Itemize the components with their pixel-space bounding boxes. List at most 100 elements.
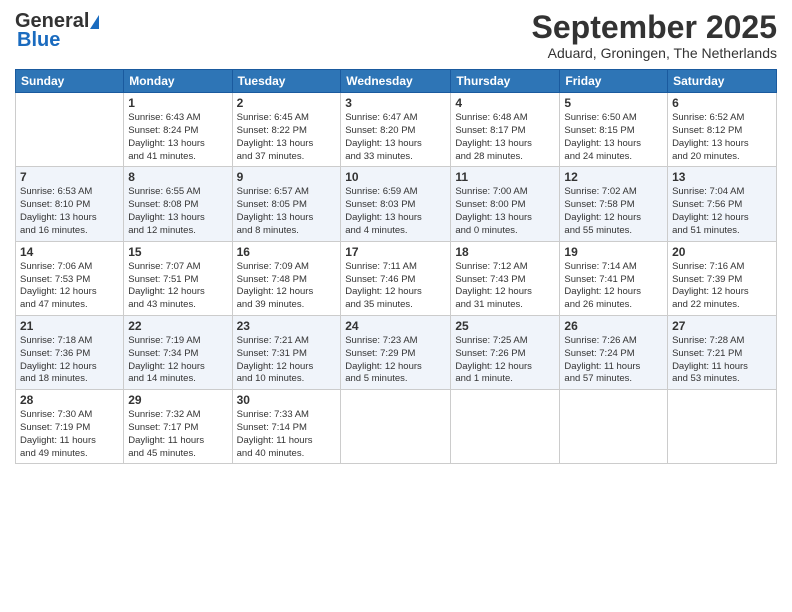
day-info: Sunrise: 7:32 AMSunset: 7:17 PMDaylight:… [128, 409, 227, 460]
day-info: Sunrise: 6:45 AMSunset: 8:22 PMDaylight:… [237, 112, 337, 163]
day-number: 16 [237, 245, 337, 259]
day-number: 1 [128, 96, 227, 110]
calendar-cell: 16 Sunrise: 7:09 AMSunset: 7:48 PMDayligh… [232, 241, 341, 315]
calendar-cell: 7 Sunrise: 6:53 AMSunset: 8:10 PMDaylight… [16, 167, 124, 241]
day-info: Sunrise: 6:43 AMSunset: 8:24 PMDaylight:… [128, 112, 227, 163]
day-number: 27 [672, 319, 772, 333]
col-header-saturday: Saturday [668, 70, 777, 93]
day-info: Sunrise: 7:18 AMSunset: 7:36 PMDaylight:… [20, 335, 119, 386]
calendar-cell: 12 Sunrise: 7:02 AMSunset: 7:58 PMDayligh… [560, 167, 668, 241]
calendar-cell [560, 390, 668, 464]
day-info: Sunrise: 6:59 AMSunset: 8:03 PMDaylight:… [345, 186, 446, 237]
day-number: 7 [20, 170, 119, 184]
calendar-cell: 2 Sunrise: 6:45 AMSunset: 8:22 PMDaylight… [232, 93, 341, 167]
day-number: 14 [20, 245, 119, 259]
day-number: 9 [237, 170, 337, 184]
col-header-tuesday: Tuesday [232, 70, 341, 93]
calendar-cell: 5 Sunrise: 6:50 AMSunset: 8:15 PMDaylight… [560, 93, 668, 167]
calendar-cell [341, 390, 451, 464]
col-header-wednesday: Wednesday [341, 70, 451, 93]
calendar-week-row: 14Sunrise: 7:06 AMSunset: 7:53 PMDayligh… [16, 241, 777, 315]
day-info: Sunrise: 7:28 AMSunset: 7:21 PMDaylight:… [672, 335, 772, 386]
day-number: 25 [455, 319, 555, 333]
day-number: 6 [672, 96, 772, 110]
header: General Blue September 2025 Aduard, Gron… [15, 10, 777, 61]
day-number: 28 [20, 393, 119, 407]
logo-blue-text: Blue [17, 29, 60, 52]
calendar-cell: 8 Sunrise: 6:55 AMSunset: 8:08 PMDaylight… [124, 167, 232, 241]
day-info: Sunrise: 6:55 AMSunset: 8:08 PMDaylight:… [128, 186, 227, 237]
day-number: 23 [237, 319, 337, 333]
calendar-cell: 18 Sunrise: 7:12 AMSunset: 7:43 PMDayligh… [451, 241, 560, 315]
day-info: Sunrise: 7:19 AMSunset: 7:34 PMDaylight:… [128, 335, 227, 386]
logo-triangle-icon [90, 15, 99, 29]
day-info: Sunrise: 7:30 AMSunset: 7:19 PMDaylight:… [20, 409, 119, 460]
day-number: 12 [564, 170, 663, 184]
day-info: Sunrise: 7:26 AMSunset: 7:24 PMDaylight:… [564, 335, 663, 386]
calendar: SundayMondayTuesdayWednesdayThursdayFrid… [15, 69, 777, 464]
day-number: 17 [345, 245, 446, 259]
calendar-cell: 9 Sunrise: 6:57 AMSunset: 8:05 PMDaylight… [232, 167, 341, 241]
calendar-cell: 3 Sunrise: 6:47 AMSunset: 8:20 PMDaylight… [341, 93, 451, 167]
calendar-cell: 11Sunrise: 7:00 AMSunset: 8:00 PMDayligh… [451, 167, 560, 241]
day-number: 10 [345, 170, 446, 184]
day-number: 22 [128, 319, 227, 333]
calendar-cell [451, 390, 560, 464]
day-number: 26 [564, 319, 663, 333]
calendar-cell: 23Sunrise: 7:21 AMSunset: 7:31 PMDayligh… [232, 315, 341, 389]
month-title: September 2025 [532, 10, 777, 45]
day-number: 15 [128, 245, 227, 259]
day-info: Sunrise: 7:02 AMSunset: 7:58 PMDaylight:… [564, 186, 663, 237]
day-number: 13 [672, 170, 772, 184]
day-number: 19 [564, 245, 663, 259]
calendar-cell: 1 Sunrise: 6:43 AMSunset: 8:24 PMDaylight… [124, 93, 232, 167]
calendar-week-row: 7 Sunrise: 6:53 AMSunset: 8:10 PMDaylight… [16, 167, 777, 241]
day-number: 20 [672, 245, 772, 259]
day-number: 5 [564, 96, 663, 110]
calendar-week-row: 28 Sunrise: 7:30 AMSunset: 7:19 PMDayligh… [16, 390, 777, 464]
day-info: Sunrise: 6:50 AMSunset: 8:15 PMDaylight:… [564, 112, 663, 163]
day-info: Sunrise: 7:14 AMSunset: 7:41 PMDaylight:… [564, 261, 663, 312]
calendar-cell: 19 Sunrise: 7:14 AMSunset: 7:41 PMDayligh… [560, 241, 668, 315]
calendar-cell: 29 Sunrise: 7:32 AMSunset: 7:17 PMDayligh… [124, 390, 232, 464]
calendar-cell: 22 Sunrise: 7:19 AMSunset: 7:34 PMDayligh… [124, 315, 232, 389]
title-block: September 2025 Aduard, Groningen, The Ne… [532, 10, 777, 61]
calendar-cell: 25Sunrise: 7:25 AMSunset: 7:26 PMDayligh… [451, 315, 560, 389]
calendar-cell: 20 Sunrise: 7:16 AMSunset: 7:39 PMDayligh… [668, 241, 777, 315]
day-number: 29 [128, 393, 227, 407]
day-number: 8 [128, 170, 227, 184]
col-header-monday: Monday [124, 70, 232, 93]
day-number: 30 [237, 393, 337, 407]
day-info: Sunrise: 7:00 AMSunset: 8:00 PMDaylight:… [455, 186, 555, 237]
col-header-thursday: Thursday [451, 70, 560, 93]
day-info: Sunrise: 7:23 AMSunset: 7:29 PMDaylight:… [345, 335, 446, 386]
day-info: Sunrise: 7:07 AMSunset: 7:51 PMDaylight:… [128, 261, 227, 312]
day-info: Sunrise: 7:12 AMSunset: 7:43 PMDaylight:… [455, 261, 555, 312]
day-number: 2 [237, 96, 337, 110]
calendar-cell: 6 Sunrise: 6:52 AMSunset: 8:12 PMDaylight… [668, 93, 777, 167]
logo: General Blue [15, 10, 99, 52]
calendar-cell: 14Sunrise: 7:06 AMSunset: 7:53 PMDayligh… [16, 241, 124, 315]
day-number: 18 [455, 245, 555, 259]
calendar-cell: 30 Sunrise: 7:33 AMSunset: 7:14 PMDayligh… [232, 390, 341, 464]
day-number: 3 [345, 96, 446, 110]
day-info: Sunrise: 6:48 AMSunset: 8:17 PMDaylight:… [455, 112, 555, 163]
day-number: 4 [455, 96, 555, 110]
day-info: Sunrise: 6:52 AMSunset: 8:12 PMDaylight:… [672, 112, 772, 163]
day-info: Sunrise: 7:09 AMSunset: 7:48 PMDaylight:… [237, 261, 337, 312]
calendar-cell [16, 93, 124, 167]
day-info: Sunrise: 7:33 AMSunset: 7:14 PMDaylight:… [237, 409, 337, 460]
calendar-cell: 26 Sunrise: 7:26 AMSunset: 7:24 PMDayligh… [560, 315, 668, 389]
calendar-cell: 4 Sunrise: 6:48 AMSunset: 8:17 PMDaylight… [451, 93, 560, 167]
location: Aduard, Groningen, The Netherlands [532, 45, 777, 61]
col-header-friday: Friday [560, 70, 668, 93]
day-info: Sunrise: 6:47 AMSunset: 8:20 PMDaylight:… [345, 112, 446, 163]
day-info: Sunrise: 7:04 AMSunset: 7:56 PMDaylight:… [672, 186, 772, 237]
calendar-cell: 24Sunrise: 7:23 AMSunset: 7:29 PMDayligh… [341, 315, 451, 389]
day-info: Sunrise: 6:53 AMSunset: 8:10 PMDaylight:… [20, 186, 119, 237]
day-info: Sunrise: 7:16 AMSunset: 7:39 PMDaylight:… [672, 261, 772, 312]
day-info: Sunrise: 6:57 AMSunset: 8:05 PMDaylight:… [237, 186, 337, 237]
calendar-cell: 13 Sunrise: 7:04 AMSunset: 7:56 PMDayligh… [668, 167, 777, 241]
calendar-week-row: 21Sunrise: 7:18 AMSunset: 7:36 PMDayligh… [16, 315, 777, 389]
calendar-header-row: SundayMondayTuesdayWednesdayThursdayFrid… [16, 70, 777, 93]
